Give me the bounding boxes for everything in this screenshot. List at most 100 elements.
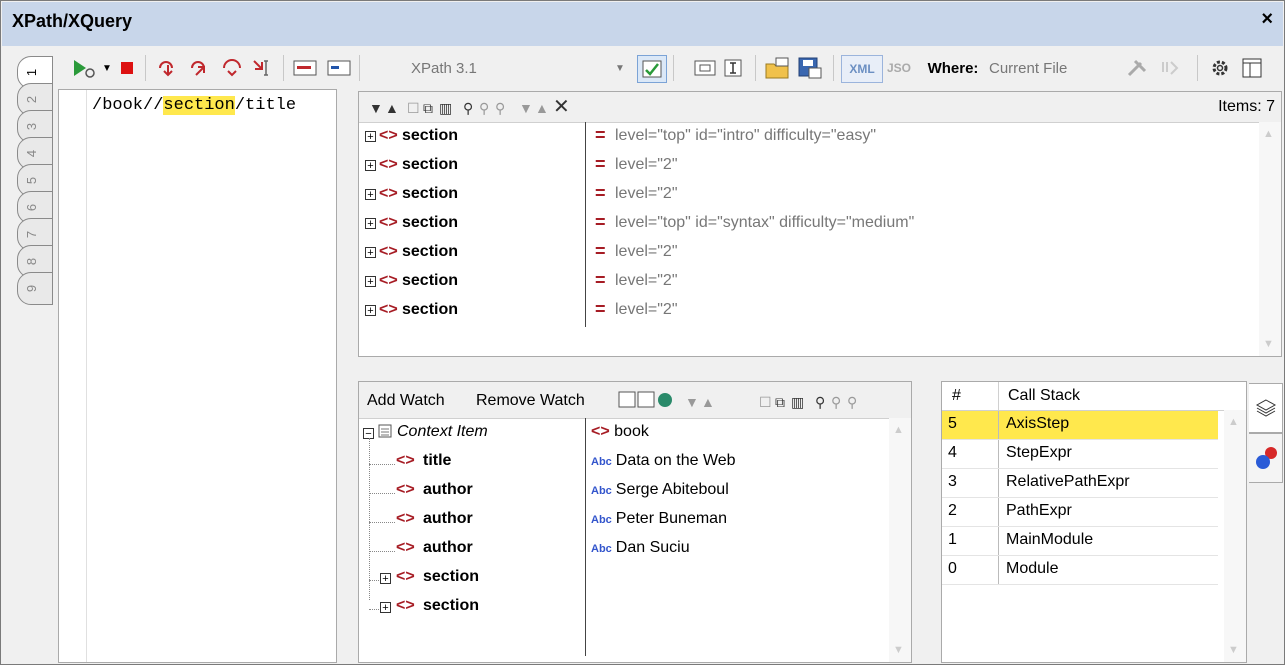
call-stack-row[interactable]: 0 Module [942,556,1218,585]
expand-icon[interactable]: + [365,305,376,317]
copy-icon[interactable]: ☐ [407,100,420,117]
previous-disabled-icon[interactable]: ▲ [535,100,549,116]
save-icon[interactable] [795,55,825,81]
expand-icon[interactable]: + [380,602,391,614]
find-icon[interactable]: ⚲ [463,100,473,117]
watch-scrollbar[interactable]: ▲ ▼ [889,418,911,662]
toolbar: ▼ XPath 3.1 ▼ XML JSO Where: Current Fil… [57,47,1285,89]
call-stack-column-header[interactable]: Call Stack [1008,387,1080,405]
expand-icon[interactable]: + [365,247,376,259]
watch-view-icon[interactable] [618,390,678,415]
run-dropdown-icon[interactable]: ▼ [101,55,113,81]
result-row[interactable]: + <> section = level="2" [359,182,1249,211]
tab-trace[interactable] [1249,433,1283,483]
call-stack-pane: # Call Stack 5 AxisStep 4 StepExpr 3 Relative… [941,381,1247,663]
document-icon [378,424,392,443]
run-scope-icon[interactable] [1157,55,1183,81]
expand-icon[interactable]: + [365,189,376,201]
tools-icon[interactable] [1123,55,1153,81]
result-row[interactable]: + <> section = level="2" [359,269,1249,298]
layout-icon[interactable] [1239,55,1265,81]
expression-text[interactable]: /book//section/title [92,96,296,115]
cursor-icon[interactable] [721,55,745,81]
watch-child-row[interactable]: <> author Abc Dan Suciu [359,536,889,565]
open-folder-icon[interactable] [763,55,793,81]
expand-icon[interactable]: + [365,218,376,230]
chevron-down-icon[interactable]: ▼ [613,55,627,81]
splitter[interactable] [341,89,355,663]
step-over-icon[interactable] [219,55,245,81]
call-stack-row[interactable]: 1 MainModule [942,527,1218,556]
next-disabled-icon[interactable]: ▼ [519,100,533,116]
result-attributes: level="2" [615,243,678,260]
watch-node-name: title [423,452,452,469]
expand-icon[interactable]: + [380,573,391,585]
results-scrollbar[interactable]: ▲ ▼ [1259,122,1281,356]
call-stack-row[interactable]: 5 AxisStep [942,411,1218,440]
remove-watch-button[interactable]: Remove Watch [476,392,585,410]
step-into-icon[interactable] [155,55,181,81]
result-row[interactable]: + <> section = level="2" [359,298,1249,327]
expand-icon[interactable]: + [365,276,376,288]
next-icon[interactable]: ▼ [685,394,699,410]
columns-icon[interactable]: ▥ [439,100,452,117]
input-window-icon[interactable] [291,55,319,81]
equals-icon: = [595,183,606,203]
result-node-name: section [402,243,459,260]
expand-icon[interactable]: + [365,131,376,143]
result-row[interactable]: + <> section = level="2" [359,240,1249,269]
result-row[interactable]: + <> section = level="top" id="syntax" diffi… [359,211,1249,240]
run-icon[interactable] [67,55,101,81]
watch-child-row[interactable]: <> author Abc Peter Buneman [359,507,889,536]
step-out-icon[interactable] [187,55,213,81]
xpath-version-select[interactable]: XPath 3.1 [411,55,491,81]
json-mode-button[interactable]: JSO [883,55,915,81]
expand-icon[interactable]: + [365,160,376,172]
results-toolbar: ▼ ▲ ☐ ⧉ ▥ ⚲ ⚲ ⚲ ▼ ▲ ✕ Items: 7 [359,92,1281,123]
step-to-end-icon[interactable] [249,55,275,81]
text-view-icon[interactable] [693,55,717,81]
result-attributes: level="2" [615,301,678,318]
gear-icon[interactable] [1207,55,1233,81]
output-window-icon[interactable] [325,55,353,81]
find-next-icon[interactable]: ⚲ [831,394,841,411]
call-stack-row[interactable]: 3 RelativePathExpr [942,469,1218,498]
element-icon: <> [379,214,398,231]
previous-icon[interactable]: ▲ [701,394,715,410]
find-icon[interactable]: ⚲ [815,394,825,411]
find-previous-icon[interactable]: ⚲ [495,100,505,117]
find-previous-icon[interactable]: ⚲ [847,394,857,411]
stop-icon[interactable] [117,55,137,81]
xml-mode-button[interactable]: XML [841,55,883,83]
result-row[interactable]: + <> section = level="2" [359,153,1249,182]
equals-icon: = [595,270,606,290]
find-next-icon[interactable]: ⚲ [479,100,489,117]
context-item-row[interactable]: − Context Item <> book [359,420,889,449]
watch-child-row[interactable]: + <> section [359,565,889,594]
watch-child-row[interactable]: + <> section [359,594,889,623]
close-button[interactable]: × [1261,8,1273,31]
previous-icon[interactable]: ▲ [385,100,399,116]
result-row[interactable]: + <> section = level="top" id="intro" diffic… [359,124,1249,153]
watch-child-row[interactable]: <> title Abc Data on the Web [359,449,889,478]
tab-call-stack[interactable] [1249,383,1283,433]
element-icon: <> [379,127,398,144]
copy-icon[interactable]: ☐ [759,394,772,411]
add-watch-button[interactable]: Add Watch [367,392,445,410]
call-stack-row[interactable]: 4 StepExpr [942,440,1218,469]
num-column-header[interactable]: # [952,387,961,405]
columns-icon[interactable]: ▥ [791,394,804,411]
call-stack-row[interactable]: 2 PathExpr [942,498,1218,527]
watch-child-row[interactable]: <> author Abc Serge Abiteboul [359,478,889,507]
context-item-value: book [614,423,649,440]
where-scope-select[interactable]: Current File [989,55,1109,81]
clear-icon[interactable]: ✕ [553,94,570,119]
call-stack-scrollbar[interactable]: ▲ ▼ [1224,410,1246,662]
expression-editor[interactable]: /book//section/title [58,89,337,663]
validate-icon[interactable] [637,55,667,83]
tab-9[interactable]: 9 [17,272,53,305]
element-icon: <> [379,272,398,289]
copy-all-icon[interactable]: ⧉ [423,100,433,117]
copy-all-icon[interactable]: ⧉ [775,394,785,411]
next-icon[interactable]: ▼ [369,100,383,116]
